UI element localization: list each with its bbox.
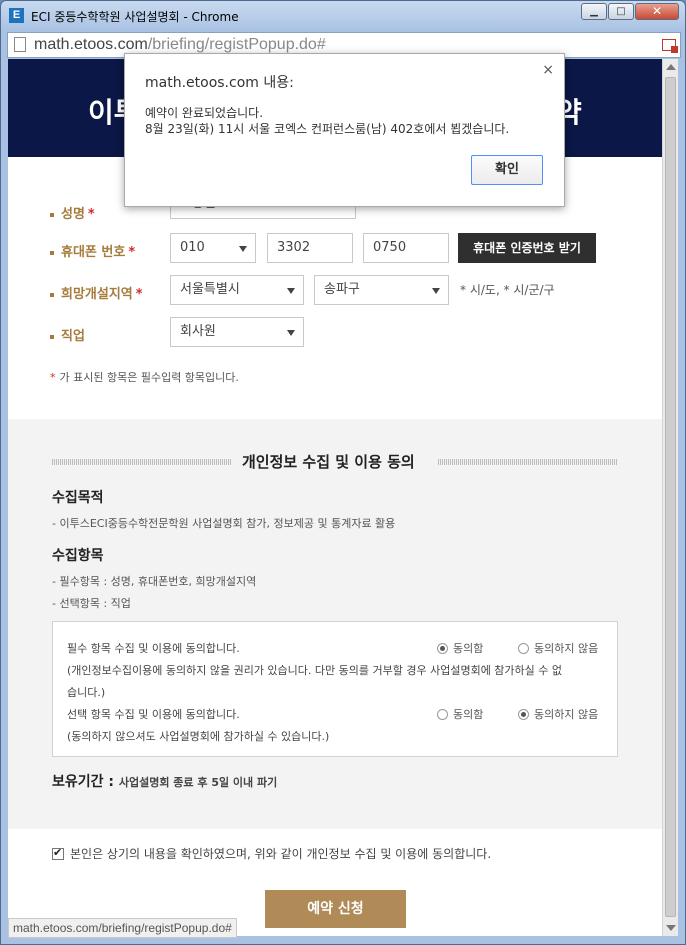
optional-disagree-radio[interactable]: 동의하지 않음 (518, 706, 598, 722)
optional-consent-note: (동의하지 않으셔도 사업설명회에 참가하실 수 있습니다.) (67, 730, 330, 743)
required-note: * 가 표시된 항목은 필수입력 항목입니다. (50, 371, 239, 384)
phone-label: 휴대폰 번호 * (50, 241, 135, 260)
radio-selected-icon (437, 643, 448, 654)
retention-period: 보유기간 : 사업설명회 종료 후 5일 이내 파기 (52, 774, 278, 790)
consent-title-row: 개인정보 수집 및 이용 동의 (8, 451, 662, 473)
title-divider-right (438, 459, 618, 465)
alert-dialog: math.etoos.com 내용: × 예약이 완료되었습니다. 8월 23일… (124, 53, 565, 207)
job-select[interactable]: 회사원 (170, 317, 304, 347)
popup-blocked-icon[interactable] (662, 39, 678, 53)
phone-mid-input[interactable]: 3302 (267, 233, 353, 263)
items-heading: 수집항목 (52, 548, 104, 564)
scroll-down-icon[interactable] (666, 925, 676, 931)
job-label: 직업 (50, 325, 85, 344)
chevron-down-icon (287, 330, 295, 336)
close-button[interactable]: ✕ (635, 3, 679, 20)
city-select[interactable]: 서울특별시 (170, 275, 304, 305)
title-bar[interactable]: E ECI 중등수학학원 사업설명회 - Chrome ▁ □ ✕ (1, 1, 685, 31)
scrollbar-thumb[interactable] (665, 77, 676, 917)
required-consent-text: 필수 항목 수집 및 이용에 동의합니다. (67, 642, 240, 655)
consent-title: 개인정보 수집 및 이용 동의 (242, 453, 415, 471)
chevron-down-icon (239, 246, 247, 252)
optional-agree-radio[interactable]: 동의함 (437, 706, 483, 722)
close-icon[interactable]: × (542, 62, 554, 78)
minimize-button[interactable]: ▁ (581, 3, 607, 20)
vertical-scrollbar[interactable] (662, 59, 678, 936)
job-row: 직업 회사원 (8, 317, 662, 349)
page-icon (14, 37, 26, 52)
purpose-heading: 수집목적 (52, 490, 104, 506)
region-hint: * 시/도, * 시/군/구 (460, 283, 555, 297)
status-bar: math.etoos.com/briefing/registPopup.do# (8, 918, 237, 938)
phone-prefix-select[interactable]: 010 (170, 233, 256, 263)
purpose-text: - 이투스ECI중등수학전문학원 사업설명회 참가, 정보제공 및 통계자료 활… (52, 517, 396, 530)
chevron-down-icon (432, 288, 440, 294)
region-row: 희망개설지역 * 서울특별시 송파구 * 시/도, * 시/군/구 (8, 275, 662, 307)
required-agree-radio[interactable]: 동의함 (437, 640, 483, 656)
required-disagree-radio[interactable]: 동의하지 않음 (518, 640, 598, 656)
phone-last-input[interactable]: 0750 (363, 233, 449, 263)
window-controls: ▁ □ ✕ (580, 3, 679, 20)
maximize-button[interactable]: □ (608, 3, 634, 20)
radio-icon (518, 643, 529, 654)
privacy-consent-section: 개인정보 수집 및 이용 동의 수집목적 - 이투스ECI중등수학전문학원 사업… (8, 419, 662, 829)
radio-icon (437, 709, 448, 720)
url-text[interactable]: math.etoos.com/briefing/registPopup.do# (34, 36, 326, 54)
window-title: ECI 중등수학학원 사업설명회 - Chrome (31, 10, 239, 24)
phone-auth-button[interactable]: 휴대폰 인증번호 받기 (458, 233, 596, 263)
items-optional: - 선택항목 : 직업 (52, 597, 131, 610)
alert-message-line1: 예약이 완료되었습니다. (145, 106, 264, 120)
confirm-checkbox-row[interactable]: 본인은 상기의 내용을 확인하였으며, 위와 같이 개인정보 수집 및 이용에 … (52, 845, 491, 862)
alert-title: math.etoos.com 내용: (145, 75, 294, 91)
url-host: math.etoos.com (34, 36, 148, 53)
scroll-up-icon[interactable] (666, 64, 676, 70)
alert-message-line2: 8월 23일(화) 11시 서울 코엑스 컨퍼런스룸(남) 402호에서 뵙겠습… (145, 122, 510, 136)
items-required: - 필수항목 : 성명, 휴대폰번호, 희망개설지역 (52, 575, 257, 588)
chevron-down-icon (287, 288, 295, 294)
optional-consent-text: 선택 항목 수집 및 이용에 동의합니다. (67, 708, 240, 721)
radio-selected-icon (518, 709, 529, 720)
submit-reservation-button[interactable]: 예약 신청 (265, 890, 406, 928)
checkbox-checked-icon[interactable] (52, 846, 64, 860)
confirm-text: 본인은 상기의 내용을 확인하였으며, 위와 같이 개인정보 수집 및 이용에 … (70, 847, 492, 861)
required-consent-note: (개인정보수집이용에 동의하지 않을 권리가 있습니다. 다만 동의를 거부할 … (67, 664, 563, 677)
consent-box: 필수 항목 수집 및 이용에 동의합니다. 동의함 동의하지 않음 (개인정보수… (52, 621, 618, 757)
phone-row: 휴대폰 번호 * 010 3302 0750 휴대폰 인증번호 받기 (8, 233, 662, 265)
district-select[interactable]: 송파구 (314, 275, 449, 305)
title-divider-left (52, 459, 232, 465)
region-label: 희망개설지역 * (50, 283, 143, 302)
url-path: /briefing/registPopup.do# (147, 36, 326, 53)
name-label: 성명 * (50, 203, 95, 222)
required-consent-note-cont: 습니다.) (67, 686, 106, 699)
alert-ok-button[interactable]: 확인 (471, 155, 543, 185)
app-icon: E (9, 8, 24, 23)
